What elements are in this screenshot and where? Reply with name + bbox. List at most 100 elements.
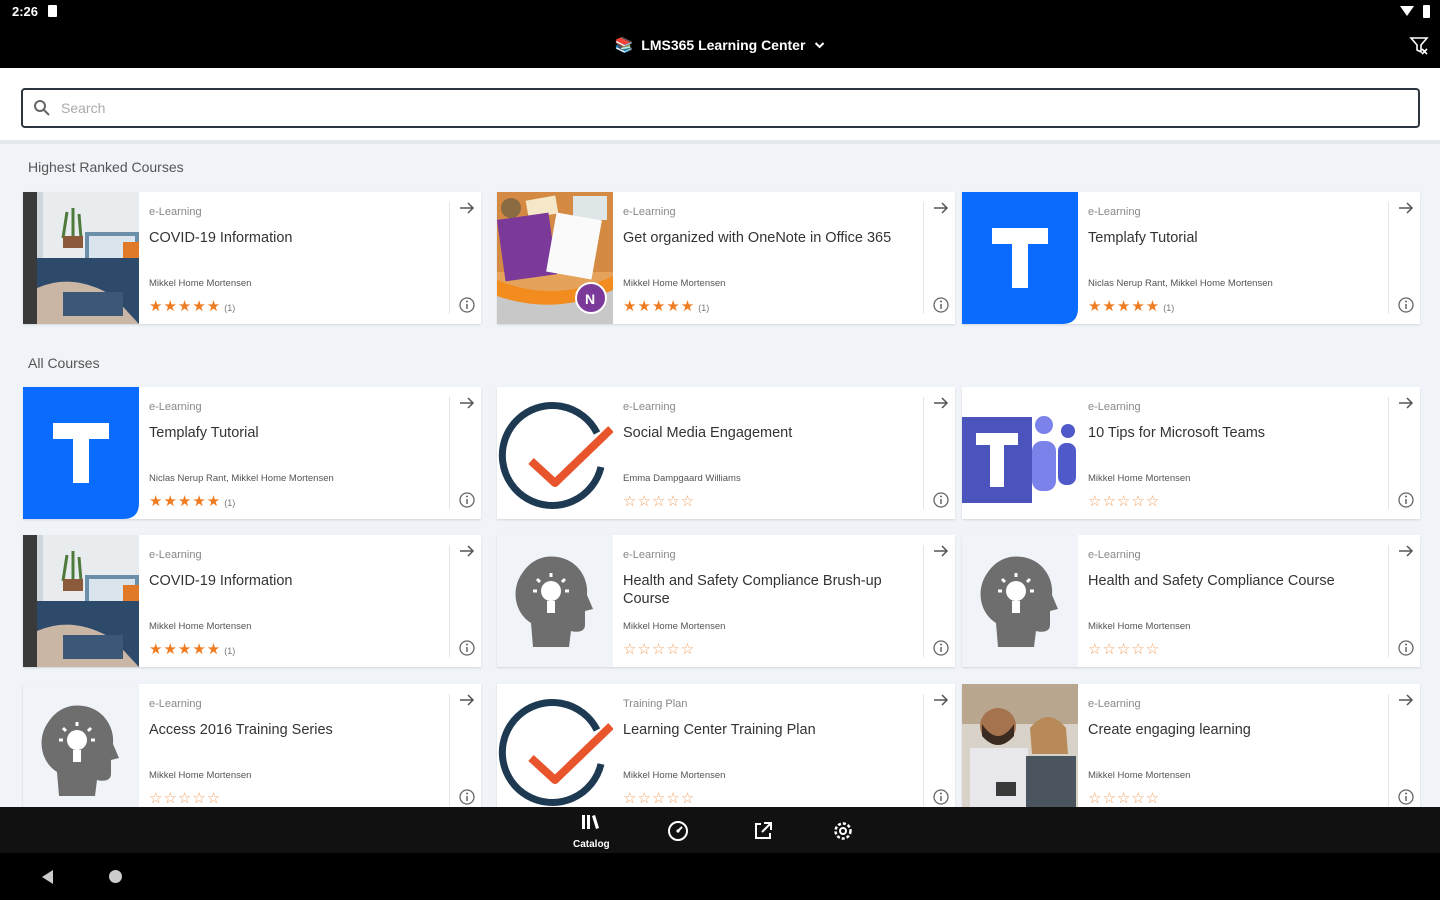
- arrow-right-icon[interactable]: [457, 198, 477, 218]
- main-content[interactable]: Highest Ranked Courses e-Learning COVID-…: [0, 68, 1440, 807]
- arrow-right-icon[interactable]: [931, 198, 951, 218]
- head-lightbulb-thumbnail: [497, 535, 613, 667]
- templafy-logo-thumbnail: [23, 387, 139, 519]
- course-card[interactable]: e-Learning COVID-19 Information Mikkel H…: [23, 535, 481, 667]
- course-thumbnail: [23, 684, 139, 807]
- course-card[interactable]: e-Learning Social Media Engagement Emma …: [497, 387, 955, 519]
- course-title: Health and Safety Compliance Brush-up Co…: [623, 573, 882, 607]
- course-card[interactable]: e-Learning COVID-19 Information Mikkel H…: [23, 192, 481, 324]
- course-type: e-Learning: [1088, 206, 1141, 218]
- nav-catalog-label: Catalog: [573, 839, 610, 850]
- info-icon[interactable]: [1397, 296, 1415, 314]
- info-icon[interactable]: [1397, 491, 1415, 509]
- home-icon[interactable]: [109, 870, 122, 883]
- card-divider: [449, 545, 450, 657]
- info-icon[interactable]: [932, 491, 950, 509]
- search-box[interactable]: [21, 88, 1420, 128]
- card-divider: [1388, 694, 1389, 806]
- card-divider: [923, 694, 924, 806]
- course-type: e-Learning: [149, 698, 202, 710]
- course-type: e-Learning: [623, 549, 676, 561]
- info-icon[interactable]: [458, 296, 476, 314]
- info-icon[interactable]: [932, 296, 950, 314]
- nav-dashboard[interactable]: [666, 819, 690, 848]
- arrow-right-icon[interactable]: [457, 541, 477, 561]
- checkmark-thumbnail: [497, 387, 613, 519]
- search-input[interactable]: [61, 100, 1361, 116]
- course-card[interactable]: e-Learning Templafy Tutorial Niclas Neru…: [23, 387, 481, 519]
- section-title-all-courses: All Courses: [28, 355, 100, 371]
- arrow-right-icon[interactable]: [457, 393, 477, 413]
- course-card[interactable]: e-Learning Access 2016 Training Series M…: [23, 684, 481, 807]
- card-divider: [1388, 545, 1389, 657]
- course-authors: Mikkel Home Mortensen: [623, 770, 726, 781]
- back-icon[interactable]: [42, 870, 53, 884]
- course-authors: Mikkel Home Mortensen: [1088, 621, 1191, 632]
- card-divider: [449, 202, 450, 314]
- rating-stars: ☆☆☆☆☆: [1088, 493, 1161, 510]
- course-card[interactable]: e-Learning Templafy Tutorial Niclas Neru…: [962, 192, 1420, 324]
- chevron-down-icon: [814, 42, 825, 49]
- bottom-navigation: Catalog: [0, 807, 1440, 853]
- course-card[interactable]: e-Learning Create engaging learning Mikk…: [962, 684, 1420, 807]
- site-selector[interactable]: 📚 LMS365 Learning Center: [615, 36, 826, 54]
- app-title: LMS365 Learning Center: [641, 37, 806, 53]
- course-title: Learning Center Training Plan: [623, 722, 816, 738]
- course-card[interactable]: e-Learning 10 Tips for Microsoft Teams M…: [962, 387, 1420, 519]
- course-type: Training Plan: [623, 698, 688, 710]
- info-icon[interactable]: [458, 491, 476, 509]
- course-thumbnail: [962, 684, 1078, 807]
- info-icon[interactable]: [458, 639, 476, 657]
- course-title: Create engaging learning: [1088, 722, 1251, 738]
- arrow-right-icon[interactable]: [457, 690, 477, 710]
- arrow-right-icon[interactable]: [931, 690, 951, 710]
- course-type: e-Learning: [149, 401, 202, 413]
- rating-stars: ★★★★★ (1): [149, 493, 236, 510]
- course-thumbnail: [23, 535, 139, 667]
- filter-icon[interactable]: [1408, 34, 1430, 56]
- course-card[interactable]: e-Learning Health and Safety Compliance …: [962, 535, 1420, 667]
- head-lightbulb-thumbnail: [962, 535, 1078, 667]
- info-icon[interactable]: [458, 788, 476, 806]
- dashboard-icon: [668, 821, 688, 841]
- arrow-right-icon[interactable]: [1396, 690, 1416, 710]
- info-icon[interactable]: [932, 639, 950, 657]
- catalog-icon: [582, 815, 600, 829]
- card-divider: [923, 397, 924, 509]
- nav-external[interactable]: [751, 819, 775, 848]
- course-card[interactable]: N e-Learning Get organized with OneNote …: [497, 192, 955, 324]
- rating-stars: ★★★★★ (1): [1088, 298, 1175, 315]
- arrow-right-icon[interactable]: [1396, 393, 1416, 413]
- arrow-right-icon[interactable]: [931, 541, 951, 561]
- info-icon[interactable]: [1397, 639, 1415, 657]
- rating-count: (1): [224, 646, 236, 656]
- rating-stars: ★★★★★ (1): [149, 641, 236, 658]
- settings-icon: [834, 822, 852, 840]
- microsoft-teams-thumbnail: [962, 387, 1078, 519]
- course-thumbnail: [23, 387, 139, 519]
- app-bar: 📚 LMS365 Learning Center: [0, 24, 1440, 68]
- course-card[interactable]: Training Plan Learning Center Training P…: [497, 684, 955, 807]
- course-thumbnail: [497, 535, 613, 667]
- arrow-right-icon[interactable]: [1396, 198, 1416, 218]
- info-icon[interactable]: [932, 788, 950, 806]
- course-thumbnail: [962, 535, 1078, 667]
- nav-catalog[interactable]: Catalog: [573, 813, 610, 850]
- course-authors: Mikkel Home Mortensen: [149, 621, 252, 632]
- info-icon[interactable]: [1397, 788, 1415, 806]
- arrow-right-icon[interactable]: [931, 393, 951, 413]
- rating-stars: ☆☆☆☆☆: [149, 790, 222, 807]
- status-bar: 2:26: [0, 0, 1440, 24]
- templafy-logo-thumbnail: [962, 192, 1078, 324]
- nav-settings[interactable]: [831, 819, 855, 848]
- checkmark-thumbnail: [497, 684, 613, 807]
- arrow-right-icon[interactable]: [1396, 541, 1416, 561]
- rating-stars: ☆☆☆☆☆: [1088, 790, 1161, 807]
- office-workspace-photo: [23, 535, 139, 667]
- course-type: e-Learning: [623, 401, 676, 413]
- rating-count: (1): [698, 303, 710, 313]
- section-title-highest-ranked: Highest Ranked Courses: [28, 159, 184, 175]
- course-authors: Mikkel Home Mortensen: [149, 770, 252, 781]
- course-authors: Mikkel Home Mortensen: [623, 278, 726, 289]
- course-card[interactable]: e-Learning Health and Safety Compliance …: [497, 535, 955, 667]
